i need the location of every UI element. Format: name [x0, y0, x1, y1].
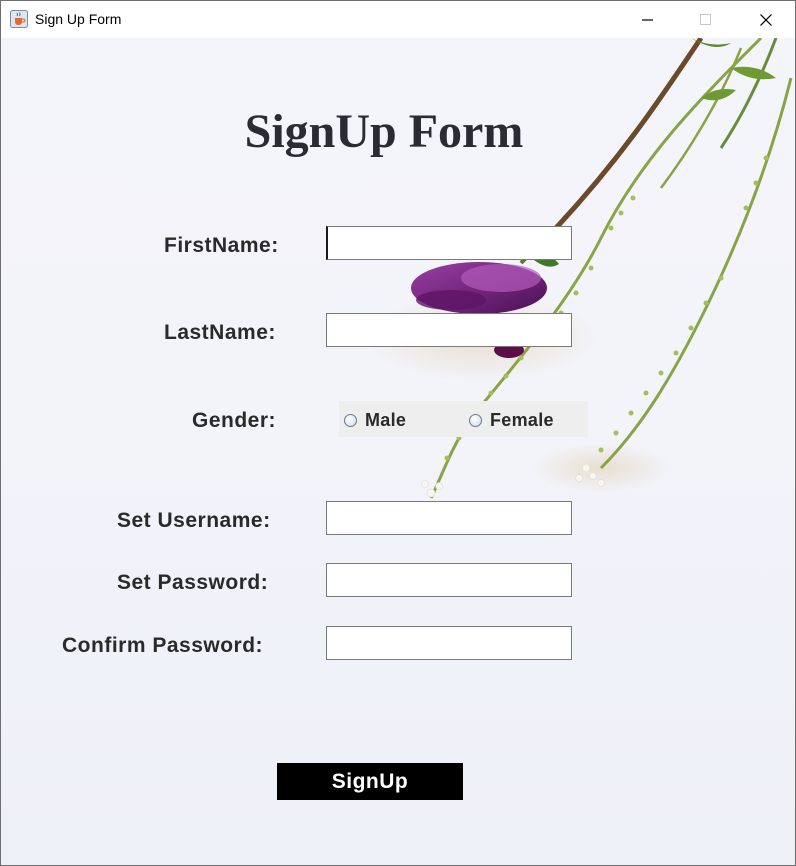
minimize-icon — [642, 14, 654, 26]
java-cup-icon — [10, 10, 28, 28]
title-bar[interactable]: Sign Up Form — [1, 1, 795, 38]
form-heading: SignUp Form — [244, 105, 524, 158]
maximize-icon — [700, 13, 712, 26]
maximize-button[interactable] — [677, 1, 735, 38]
first-name-field[interactable] — [326, 226, 572, 260]
female-radio[interactable]: Female — [469, 410, 554, 431]
radio-unselected-icon — [469, 414, 482, 427]
form-panel: SignUp Form FirstName: LastName: Gender:… — [1, 38, 795, 865]
male-radio[interactable]: Male — [344, 410, 406, 431]
signup-window: Sign Up Form SignUp Form FirstName: Last… — [0, 0, 796, 866]
female-radio-label: Female — [490, 410, 554, 430]
close-button[interactable] — [737, 1, 795, 38]
last-name-label: LastName: — [164, 321, 276, 344]
radio-unselected-icon — [344, 414, 357, 427]
password-label: Set Password: — [117, 571, 269, 594]
confirm-password-field[interactable] — [326, 626, 572, 660]
password-field[interactable] — [326, 563, 572, 597]
gender-label: Gender: — [192, 409, 277, 432]
male-radio-label: Male — [365, 410, 407, 430]
minimize-button[interactable] — [619, 1, 677, 38]
signup-button[interactable]: SignUp — [277, 763, 463, 800]
confirm-password-label: Confirm Password: — [62, 634, 264, 657]
close-icon — [760, 13, 772, 26]
first-name-label: FirstName: — [164, 234, 279, 257]
window-title: Sign Up Form — [35, 11, 122, 27]
username-field[interactable] — [326, 501, 572, 535]
last-name-field[interactable] — [326, 313, 572, 347]
username-label: Set Username: — [117, 509, 271, 532]
gender-radio-group: Male Female — [339, 401, 588, 437]
flower-background-image — [361, 38, 793, 499]
